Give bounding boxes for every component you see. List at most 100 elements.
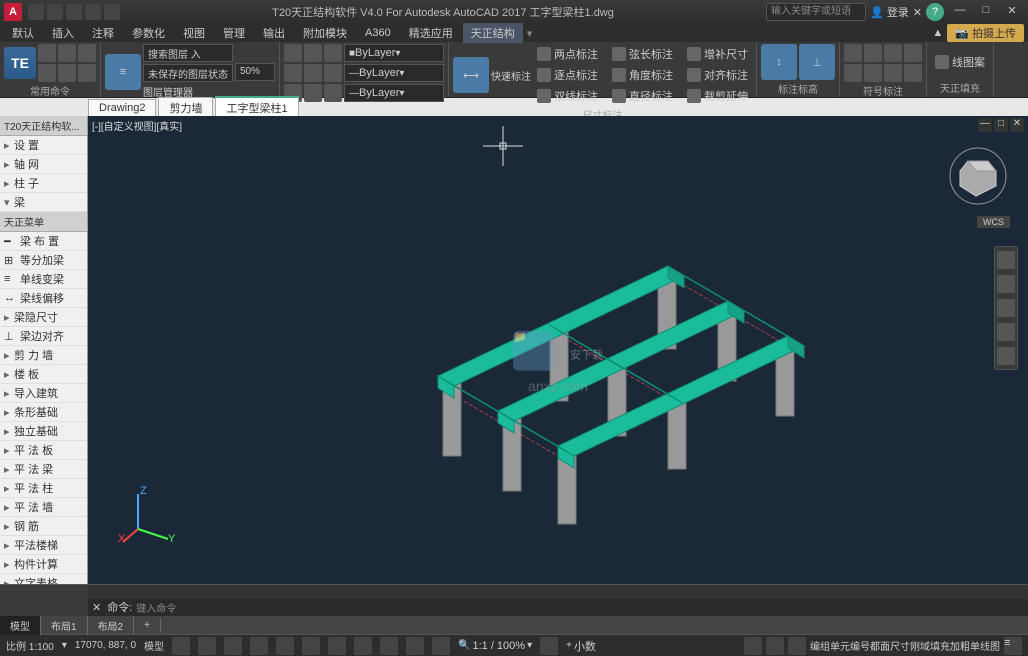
tab-parametric[interactable]: 参数化 xyxy=(124,23,173,43)
sym-icon[interactable] xyxy=(884,64,902,82)
sidebar-item[interactable]: ▸文字表格 xyxy=(0,574,87,584)
vp-minimize-icon[interactable]: — xyxy=(978,118,992,132)
sidebar-item-beam[interactable]: ▾梁 xyxy=(0,193,87,212)
status-zoom[interactable]: 🔍 1:1 / 100% ▾ xyxy=(458,640,532,652)
dim-two-point[interactable]: 两点标注 xyxy=(533,44,602,64)
dim-diameter[interactable]: 直径标注 xyxy=(608,86,677,106)
cmd-icon[interactable] xyxy=(78,44,96,62)
tab-addins[interactable]: 附加模块 xyxy=(295,23,355,43)
status-icon[interactable] xyxy=(744,637,762,655)
cmd-icon[interactable] xyxy=(78,64,96,82)
tab-view[interactable]: 视图 xyxy=(175,23,213,43)
cmd-icon[interactable] xyxy=(58,64,76,82)
model-tab[interactable]: 模型 xyxy=(0,616,41,635)
tab-annotate[interactable]: 注释 xyxy=(84,23,122,43)
tab-insert[interactable]: 插入 xyxy=(44,23,82,43)
qat-undo-icon[interactable] xyxy=(85,4,101,20)
exchange-icon[interactable]: ✕ xyxy=(913,6,922,19)
sidebar-item[interactable]: ▸平 法 板 xyxy=(0,441,87,460)
dim-chord[interactable]: 弦长标注 xyxy=(608,44,677,64)
quick-dim-icon[interactable]: ⟷ xyxy=(453,57,489,93)
layout-tab[interactable]: 布局1 xyxy=(41,616,88,635)
status-decimal[interactable]: + 小数 xyxy=(566,638,596,654)
status-grid-icon[interactable] xyxy=(172,637,190,655)
doc-tab-active[interactable]: 工字型梁柱1 xyxy=(215,96,298,118)
prop-icon[interactable] xyxy=(284,64,302,82)
sidebar-item[interactable]: ⊥梁边对齐 xyxy=(0,327,87,346)
sidebar-item[interactable]: ≡单线变梁 xyxy=(0,270,87,289)
sidebar-item[interactable]: ▸导入建筑 xyxy=(0,384,87,403)
status-dyn-icon[interactable] xyxy=(380,637,398,655)
viewcube[interactable] xyxy=(948,146,1008,206)
qat-save-icon[interactable] xyxy=(66,4,82,20)
sidebar-item[interactable]: ↔梁线偏移 xyxy=(0,289,87,308)
tangent-logo-icon[interactable]: TE xyxy=(4,47,36,79)
help-search-input[interactable]: 输入关键字或短语 xyxy=(766,3,866,21)
line-pattern-btn[interactable]: 线图案 xyxy=(931,52,989,72)
cmd-icon[interactable] xyxy=(58,44,76,62)
status-ortho-icon[interactable] xyxy=(224,637,242,655)
sym-icon[interactable] xyxy=(884,44,902,62)
tab-overflow-icon[interactable]: ▾ xyxy=(527,27,533,40)
prop-icon[interactable] xyxy=(304,44,322,62)
ucs-icon[interactable]: Z Y X xyxy=(118,484,178,544)
doc-tab[interactable]: 剪力墙 xyxy=(158,97,213,118)
tab-a360[interactable]: A360 xyxy=(357,25,399,41)
nav-zoom-icon[interactable] xyxy=(997,299,1015,317)
elevation-icon2[interactable]: ⊥ xyxy=(799,44,835,80)
sidebar-item[interactable]: ▸平 法 柱 xyxy=(0,479,87,498)
cmd-input[interactable]: ✕ 命令: 键入命令 xyxy=(88,599,1028,616)
prop-icon[interactable] xyxy=(304,84,322,102)
sym-icon[interactable] xyxy=(904,64,922,82)
prop-icon[interactable] xyxy=(284,44,302,62)
sidebar-item[interactable]: ▸平 法 梁 xyxy=(0,460,87,479)
nav-wheel-icon[interactable] xyxy=(997,251,1015,269)
sidebar-item[interactable]: ▸构件计算 xyxy=(0,555,87,574)
status-otrack-icon[interactable] xyxy=(328,637,346,655)
close-button[interactable]: ✕ xyxy=(1000,4,1024,20)
sym-icon[interactable] xyxy=(844,64,862,82)
help-icon[interactable]: ? xyxy=(926,3,944,21)
lineweight-dropdown[interactable]: — ByLayer ▾ xyxy=(344,84,444,102)
layer-state-dropdown[interactable]: 未保存的图层状态 xyxy=(143,64,233,82)
sidebar-item[interactable]: ▸钢 筋 xyxy=(0,517,87,536)
sidebar-item-axis[interactable]: ▸轴 网 xyxy=(0,155,87,174)
dim-angle[interactable]: 角度标注 xyxy=(608,65,677,85)
minimize-button[interactable]: — xyxy=(948,4,972,20)
prop-icon[interactable] xyxy=(304,64,322,82)
prop-icon[interactable] xyxy=(324,84,342,102)
sym-icon[interactable] xyxy=(864,64,882,82)
status-scale-arrow[interactable]: ▾ xyxy=(62,640,67,651)
dim-double[interactable]: 双线标注 xyxy=(533,86,602,106)
opacity-input[interactable]: 50% xyxy=(235,63,275,81)
prop-icon[interactable] xyxy=(324,64,342,82)
status-icon[interactable] xyxy=(788,637,806,655)
wcs-label[interactable]: WCS xyxy=(977,216,1010,228)
nav-orbit-icon[interactable] xyxy=(997,323,1015,341)
status-menu-icon[interactable]: ≡ xyxy=(1004,637,1022,655)
sidebar-item[interactable]: ▸梁隐尺寸 xyxy=(0,308,87,327)
qat-open-icon[interactable] xyxy=(47,4,63,20)
nav-pan-icon[interactable] xyxy=(997,275,1015,293)
cmd-close-icon[interactable]: ✕ xyxy=(92,601,101,614)
status-ducs-icon[interactable] xyxy=(354,637,372,655)
upload-button[interactable]: 📷 拍摄上传 xyxy=(947,24,1024,42)
sidebar-item[interactable]: ▸楼 板 xyxy=(0,365,87,384)
status-tpy-icon[interactable] xyxy=(432,637,450,655)
add-layout-icon[interactable]: + xyxy=(134,618,161,633)
cmd-icon[interactable] xyxy=(38,44,56,62)
cmd-handle[interactable] xyxy=(0,585,88,616)
sidebar-item[interactable]: ▸平法楼梯 xyxy=(0,536,87,555)
status-lwt-icon[interactable] xyxy=(406,637,424,655)
tab-default[interactable]: 默认 xyxy=(4,23,42,43)
tab-featured[interactable]: 精选应用 xyxy=(401,23,461,43)
sidebar-item-settings[interactable]: ▸设 置 xyxy=(0,136,87,155)
tab-output[interactable]: 输出 xyxy=(255,23,293,43)
status-icon[interactable] xyxy=(766,637,784,655)
doc-tab[interactable]: Drawing2 xyxy=(88,99,156,116)
color-dropdown[interactable]: ■ ByLayer ▾ xyxy=(344,44,444,62)
tab-manage[interactable]: 管理 xyxy=(215,23,253,43)
status-model[interactable]: 模型 xyxy=(144,638,164,653)
status-osnap-icon[interactable] xyxy=(276,637,294,655)
dim-add[interactable]: 增补尺寸 xyxy=(683,44,752,64)
